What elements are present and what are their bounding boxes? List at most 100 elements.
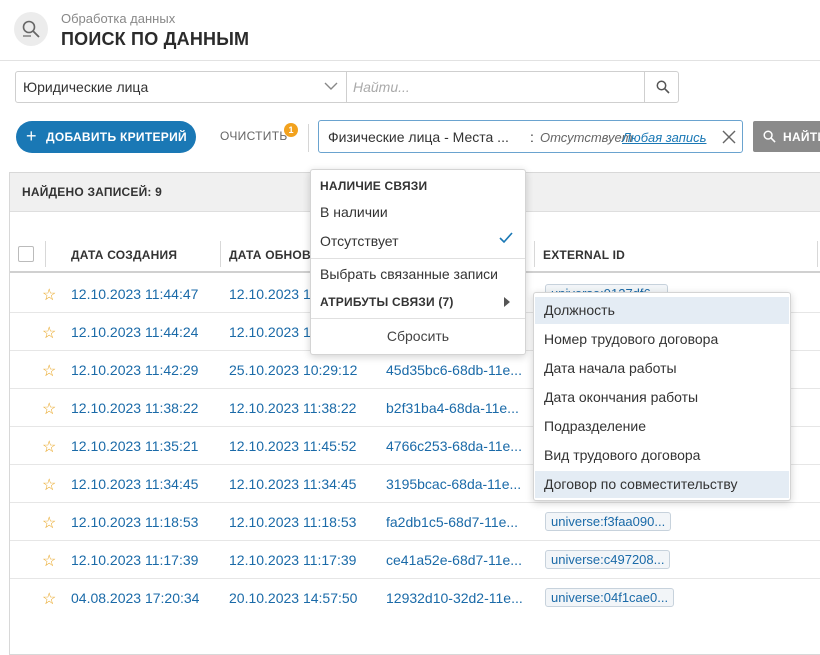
- search-bar: Юридические лица: [15, 71, 679, 103]
- entity-select[interactable]: Юридические лица: [16, 72, 347, 102]
- cell-updated[interactable]: 25.10.2023 10:29:12: [229, 362, 357, 378]
- select-all-checkbox[interactable]: [18, 246, 34, 262]
- submenu-item[interactable]: Договор по совместительству: [535, 471, 789, 498]
- clear-count-badge: 1: [284, 123, 298, 137]
- column-updated[interactable]: ДАТА ОБНОВЛ: [229, 248, 319, 262]
- submenu-item[interactable]: Должность: [535, 297, 789, 324]
- submenu-item-label: Вид трудового договора: [544, 447, 701, 463]
- records-found-label: НАЙДЕНО ЗАПИСЕЙ: 9: [22, 185, 163, 199]
- cell-record-id[interactable]: ce41a52e-68d7-11e...: [386, 552, 522, 568]
- search-icon: [656, 80, 670, 94]
- star-icon[interactable]: ☆: [42, 589, 56, 609]
- cell-created[interactable]: 12.10.2023 11:44:24: [71, 324, 198, 340]
- external-id-chip[interactable]: universe:f3faa090...: [545, 512, 672, 531]
- table-row[interactable]: ☆ 04.08.2023 17:20:34 20.10.2023 14:57:5…: [10, 579, 820, 617]
- column-divider: [220, 241, 221, 267]
- criterion-colon: :: [530, 129, 534, 145]
- submenu-item-label: Подразделение: [544, 418, 647, 434]
- cell-updated[interactable]: 12.10.2023 1: [229, 286, 311, 302]
- submenu-item-label: Номер трудового договора: [544, 331, 719, 347]
- find-button-label: НАЙТИ: [783, 130, 820, 144]
- menu-section-link-presence: НАЛИЧИЕ СВЯЗИ: [320, 179, 428, 193]
- external-id-chip[interactable]: universe:c497208...: [545, 550, 671, 569]
- star-icon[interactable]: ☆: [42, 551, 56, 571]
- submenu-item-label: Дата окончания работы: [544, 389, 699, 405]
- star-icon[interactable]: ☆: [42, 399, 56, 419]
- submenu-item-label: Дата начала работы: [544, 360, 677, 376]
- cell-updated[interactable]: 20.10.2023 14:57:50: [229, 590, 357, 606]
- entity-select-value: Юридические лица: [23, 79, 149, 95]
- submenu-item[interactable]: Подразделение: [535, 413, 789, 440]
- plus-icon: +: [26, 126, 37, 146]
- star-icon[interactable]: ☆: [42, 323, 56, 343]
- submenu-item[interactable]: Номер трудового договора: [535, 326, 789, 353]
- cell-created[interactable]: 12.10.2023 11:34:45: [71, 476, 198, 492]
- criterion-value[interactable]: Отсутствует: [540, 130, 632, 145]
- cell-created[interactable]: 04.08.2023 17:20:34: [71, 590, 199, 606]
- page-subtitle: Обработка данных: [61, 11, 176, 26]
- cell-created[interactable]: 12.10.2023 11:42:29: [71, 362, 198, 378]
- table-row[interactable]: ☆ 12.10.2023 11:18:53 12.10.2023 11:18:5…: [10, 503, 820, 541]
- submenu-item[interactable]: Вид трудового договора: [535, 442, 789, 469]
- search-input[interactable]: [347, 72, 643, 102]
- external-id-chip[interactable]: universe:04f1cae0...: [545, 588, 675, 607]
- cell-record-id[interactable]: 12932d10-32d2-11e...: [386, 590, 523, 606]
- cell-updated[interactable]: 12.10.2023 11:45:52: [229, 438, 356, 454]
- column-divider: [45, 241, 46, 267]
- table-row[interactable]: ☆ 12.10.2023 11:17:39 12.10.2023 11:17:3…: [10, 541, 820, 579]
- criterion-field[interactable]: Физические лица - Места ...: [328, 129, 509, 145]
- criterion-options-menu: НАЛИЧИЕ СВЯЗИ В наличии Отсутствует Выбр…: [310, 169, 526, 355]
- chevron-down-icon: [324, 82, 338, 90]
- column-created[interactable]: ДАТА СОЗДАНИЯ: [71, 248, 177, 262]
- criterion-chip[interactable]: Физические лица - Места ... : Отсутствуе…: [318, 120, 743, 153]
- page-title: ПОИСК ПО ДАННЫМ: [61, 29, 250, 49]
- menu-item-link-attributes[interactable]: АТРИБУТЫ СВЯЗИ (7): [320, 295, 454, 309]
- submenu-item[interactable]: Дата начала работы: [535, 355, 789, 382]
- menu-divider: [311, 318, 525, 319]
- page-header: Обработка данных ПОИСК ПО ДАННЫМ: [0, 0, 820, 61]
- cell-created[interactable]: 12.10.2023 11:17:39: [71, 552, 198, 568]
- column-divider: [817, 241, 818, 267]
- add-criterion-button[interactable]: + ДОБАВИТЬ КРИТЕРИЙ: [16, 121, 196, 153]
- cell-record-id[interactable]: 45d35bc6-68db-11e...: [386, 362, 522, 378]
- find-button[interactable]: НАЙТИ: [753, 121, 820, 152]
- star-icon[interactable]: ☆: [42, 285, 56, 305]
- cell-created[interactable]: 12.10.2023 11:35:21: [71, 438, 198, 454]
- clear-button[interactable]: ОЧИСТИТЬ: [220, 129, 288, 143]
- cell-updated[interactable]: 12.10.2023 1: [229, 324, 311, 340]
- column-external-id[interactable]: EXTERNAL ID: [543, 248, 625, 262]
- cell-updated[interactable]: 12.10.2023 11:38:22: [229, 400, 356, 416]
- submenu-item-label: Договор по совместительству: [544, 476, 738, 492]
- add-criterion-label: ДОБАВИТЬ КРИТЕРИЙ: [46, 130, 187, 144]
- menu-item-present[interactable]: В наличии: [320, 204, 388, 220]
- cell-created[interactable]: 12.10.2023 11:18:53: [71, 514, 198, 530]
- menu-reset-button[interactable]: Сбросить: [311, 328, 525, 344]
- search-button[interactable]: [644, 72, 679, 102]
- cell-record-id[interactable]: 4766c253-68da-11e...: [386, 438, 522, 454]
- star-icon[interactable]: ☆: [42, 437, 56, 457]
- menu-divider: [311, 258, 525, 259]
- toolbar-divider: [308, 124, 309, 152]
- cell-updated[interactable]: 12.10.2023 11:34:45: [229, 476, 356, 492]
- menu-item-select-related[interactable]: Выбрать связанные записи: [320, 266, 498, 282]
- star-icon[interactable]: ☆: [42, 361, 56, 381]
- close-icon[interactable]: [721, 129, 737, 145]
- cell-updated[interactable]: 12.10.2023 11:18:53: [229, 514, 356, 530]
- search-icon: [763, 130, 776, 143]
- chevron-right-icon: [504, 297, 510, 307]
- cell-record-id[interactable]: b2f31ba4-68da-11e...: [386, 400, 519, 416]
- column-divider: [534, 241, 535, 267]
- cell-updated[interactable]: 12.10.2023 11:17:39: [229, 552, 356, 568]
- check-icon: [499, 232, 513, 244]
- submenu-item[interactable]: Дата окончания работы: [535, 384, 789, 411]
- menu-item-absent[interactable]: Отсутствует: [320, 233, 399, 249]
- link-attributes-submenu: Должность Номер трудового договора Дата …: [533, 292, 791, 501]
- cell-record-id[interactable]: fa2db1c5-68d7-11e...: [386, 514, 518, 530]
- star-icon[interactable]: ☆: [42, 513, 56, 533]
- star-icon[interactable]: ☆: [42, 475, 56, 495]
- criterion-any-record-link[interactable]: Любая запись: [622, 130, 707, 145]
- cell-created[interactable]: 12.10.2023 11:38:22: [71, 400, 198, 416]
- cell-record-id[interactable]: 3195bcac-68da-11e...: [386, 476, 521, 492]
- cell-created[interactable]: 12.10.2023 11:44:47: [71, 286, 198, 302]
- submenu-item-label: Должность: [544, 302, 615, 318]
